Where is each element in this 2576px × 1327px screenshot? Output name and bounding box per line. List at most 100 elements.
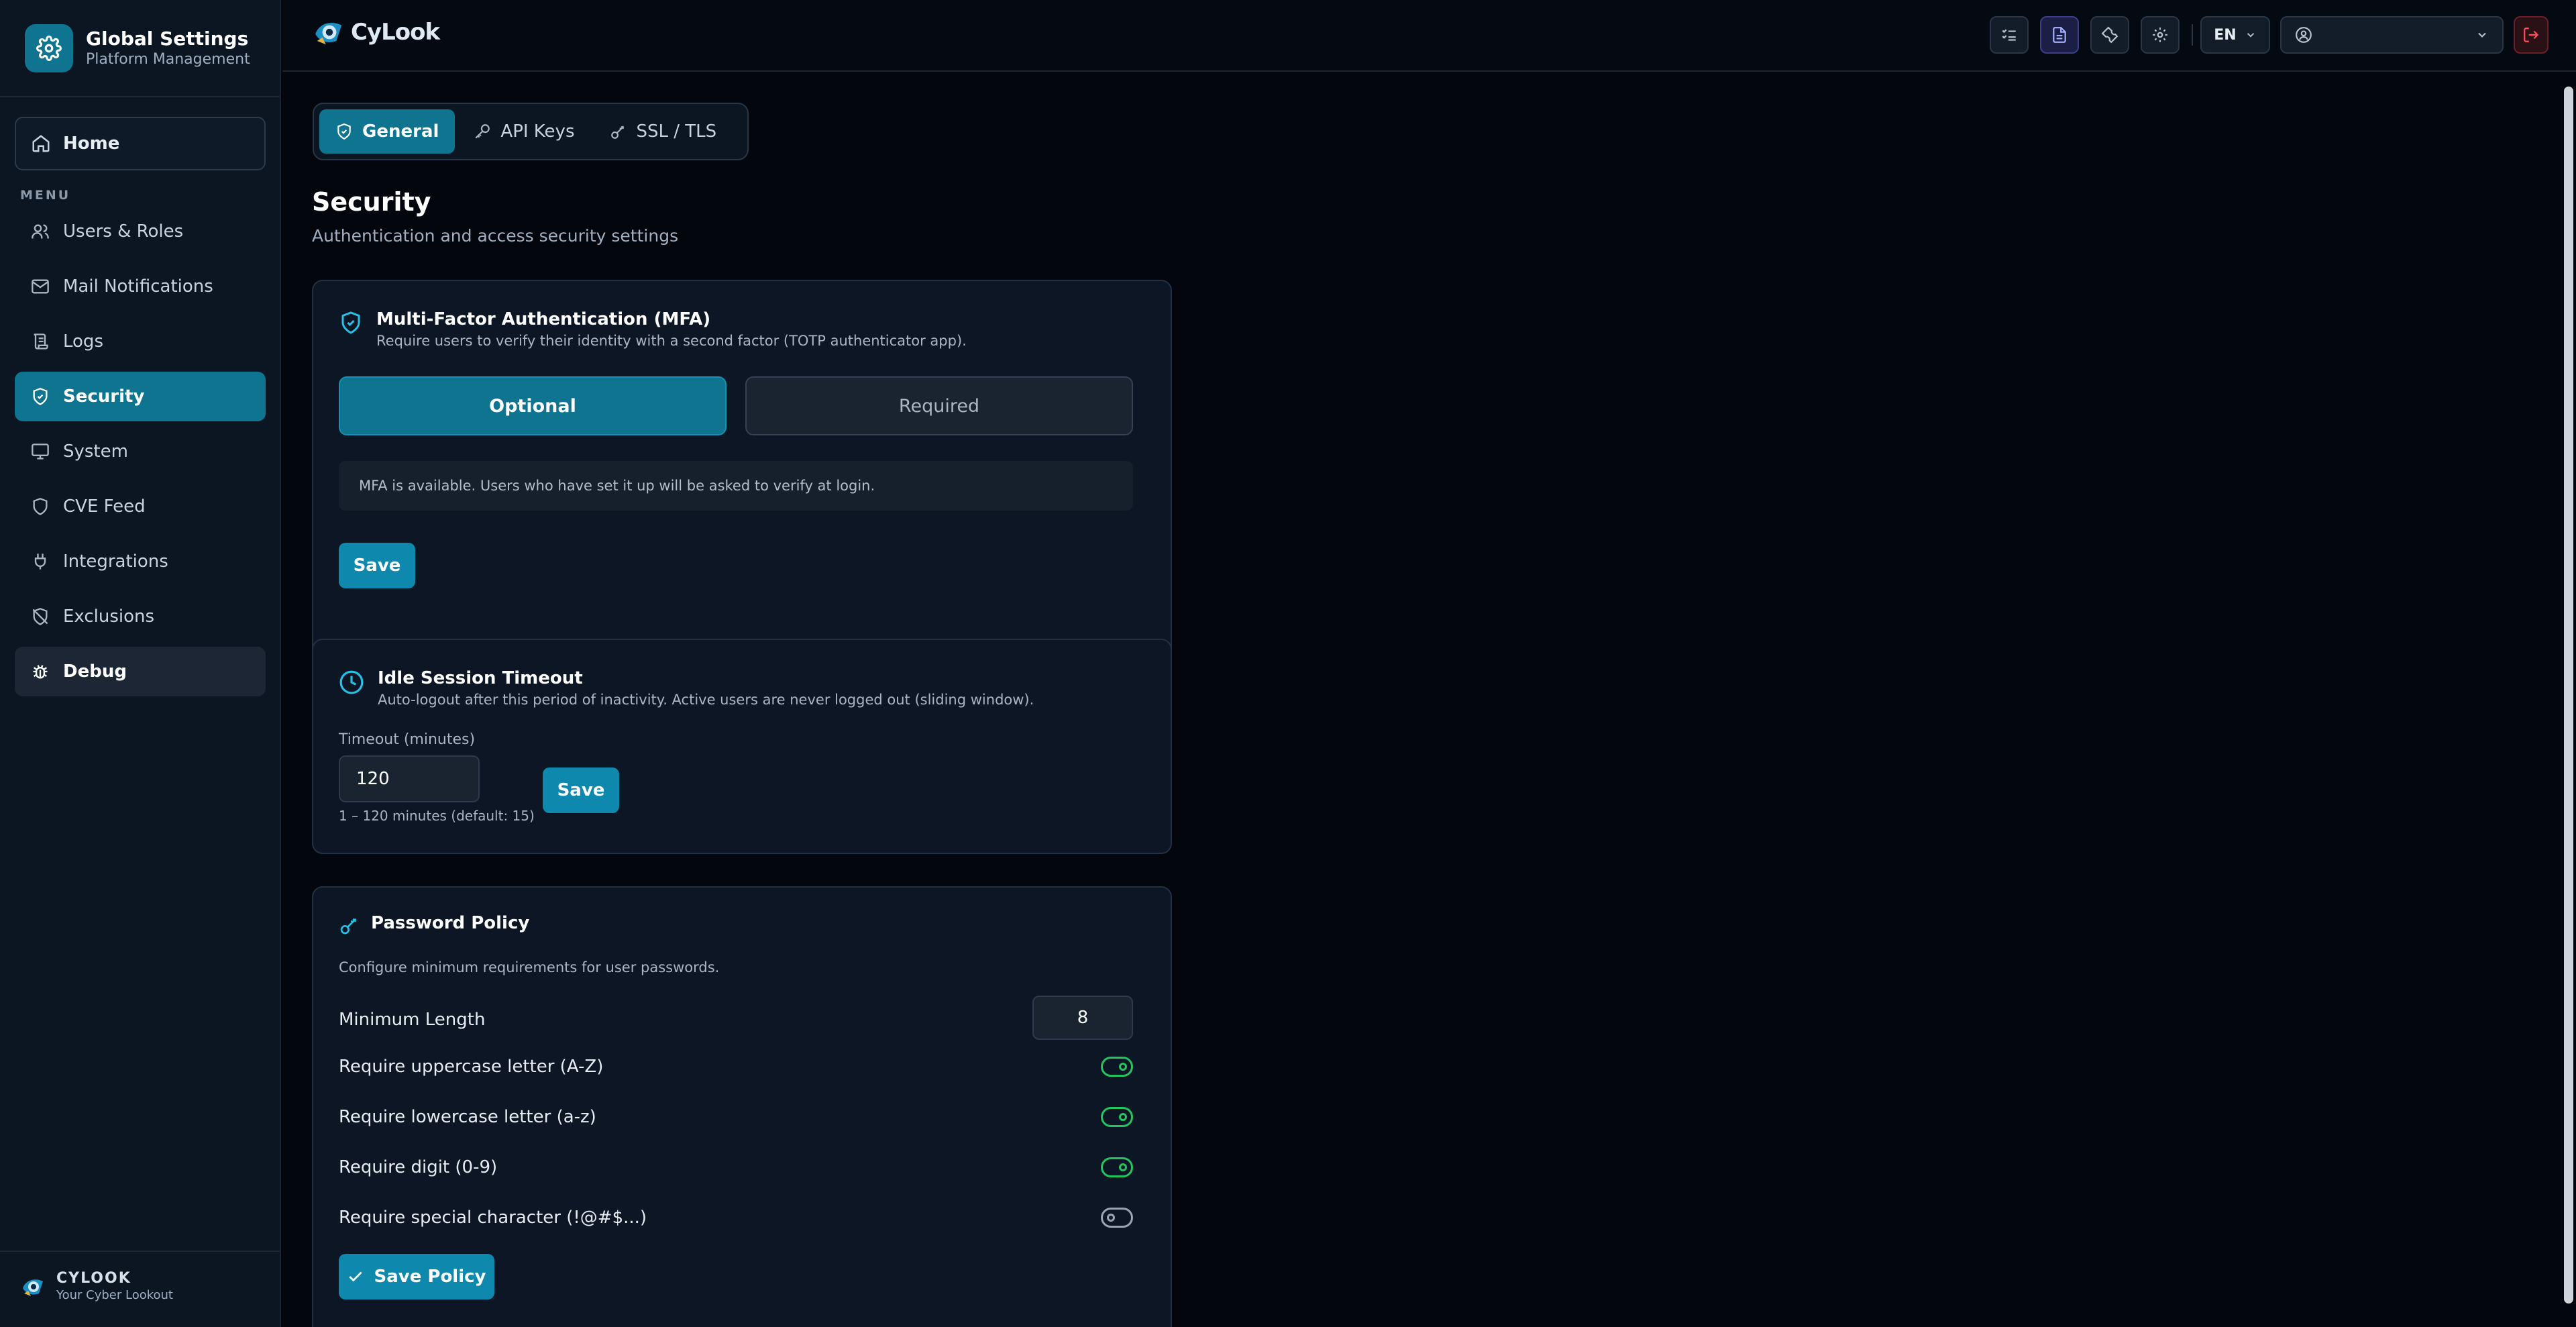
shield-icon bbox=[30, 496, 51, 517]
idle-timeout-card: Idle Session Timeout Auto-logout after t… bbox=[312, 639, 1172, 854]
sidebar-item-integrations[interactable]: Integrations bbox=[15, 537, 266, 586]
save-policy-button[interactable]: Save Policy bbox=[339, 1254, 494, 1299]
tab-label: General bbox=[362, 121, 439, 142]
sidebar-item-label: Integrations bbox=[63, 551, 168, 572]
tab-api-keys[interactable]: API Keys bbox=[458, 109, 590, 154]
sidebar-item-label: Debug bbox=[63, 661, 127, 682]
tab-ssl-tls[interactable]: SSL / TLS bbox=[594, 109, 733, 154]
check-icon bbox=[347, 1268, 364, 1285]
logout-icon bbox=[2522, 26, 2540, 44]
sidebar-item-system[interactable]: System bbox=[15, 427, 266, 476]
policy-rule-label: Require lowercase letter (a-z) bbox=[339, 1107, 596, 1127]
idle-title: Idle Session Timeout bbox=[378, 668, 583, 688]
timeout-save-button[interactable]: Save bbox=[543, 767, 619, 813]
mail-icon bbox=[30, 276, 51, 297]
sidebar-item-label: Mail Notifications bbox=[63, 276, 213, 297]
mfa-optional-option[interactable]: Optional bbox=[339, 376, 727, 435]
sidebar-item-label: Home bbox=[63, 134, 120, 154]
sidebar-item-label: System bbox=[63, 441, 128, 462]
policy-rule-label: Require special character (!@#$...) bbox=[339, 1208, 647, 1228]
menu-section-label: MENU bbox=[20, 188, 71, 203]
sidebar-footer: CYLOOK Your Cyber Lookout bbox=[20, 1270, 173, 1304]
documentation-button[interactable] bbox=[2040, 16, 2079, 54]
lowercase-toggle[interactable] bbox=[1101, 1107, 1133, 1127]
tools-button[interactable] bbox=[2090, 16, 2129, 54]
tasks-button[interactable] bbox=[1990, 16, 2029, 54]
mfa-save-button[interactable]: Save bbox=[339, 543, 415, 588]
language-select[interactable]: EN bbox=[2200, 16, 2270, 54]
user-menu[interactable] bbox=[2280, 16, 2504, 54]
cylook-logo[interactable]: CyLook bbox=[312, 15, 440, 50]
key-round-icon bbox=[339, 914, 360, 936]
sidebar-item-label: CVE Feed bbox=[63, 496, 146, 517]
sidebar: Global Settings Platform Management Home… bbox=[0, 0, 281, 1327]
digit-toggle[interactable] bbox=[1101, 1157, 1133, 1177]
key-icon bbox=[474, 123, 491, 140]
users-icon bbox=[30, 221, 51, 242]
mfa-description: Require users to verify their identity w… bbox=[376, 333, 967, 349]
min-length-label: Minimum Length bbox=[339, 1010, 486, 1030]
policy-rule-label: Require uppercase letter (A-Z) bbox=[339, 1057, 604, 1077]
sidebar-divider bbox=[0, 96, 281, 97]
chevron-down-icon bbox=[2475, 28, 2489, 42]
sidebar-item-logs[interactable]: Logs bbox=[15, 317, 266, 366]
cylook-logo-icon bbox=[312, 15, 347, 50]
idle-card-header: Idle Session Timeout Auto-logout after t… bbox=[339, 667, 1034, 710]
idle-description: Auto-logout after this period of inactiv… bbox=[378, 692, 1034, 708]
sidebar-item-debug[interactable]: Debug bbox=[15, 647, 266, 696]
min-length-input[interactable]: 8 bbox=[1032, 996, 1133, 1040]
password-title: Password Policy bbox=[371, 913, 530, 933]
scroll-icon bbox=[30, 331, 51, 352]
monitor-icon bbox=[30, 441, 51, 462]
tab-label: SSL / TLS bbox=[636, 121, 717, 142]
topbar: CyLook EN bbox=[282, 0, 2576, 72]
sidebar-item-label: Logs bbox=[63, 331, 103, 352]
timeout-label: Timeout (minutes) bbox=[339, 731, 476, 748]
sidebar-item-security[interactable]: Security bbox=[15, 372, 266, 421]
logout-button[interactable] bbox=[2514, 16, 2548, 54]
special-char-toggle[interactable] bbox=[1101, 1208, 1133, 1228]
mfa-title: Multi-Factor Authentication (MFA) bbox=[376, 309, 711, 329]
gear-icon bbox=[25, 24, 73, 72]
settings-button[interactable] bbox=[2141, 16, 2180, 54]
sidebar-nav: Users & Roles Mail Notifications Logs Se… bbox=[15, 207, 266, 702]
plug-icon bbox=[30, 551, 51, 572]
policy-rule-row: Require special character (!@#$...) bbox=[339, 1204, 1133, 1231]
sidebar-subtitle: Platform Management bbox=[86, 51, 250, 68]
sidebar-item-home[interactable]: Home bbox=[15, 117, 266, 170]
password-card-header: Password Policy bbox=[339, 912, 529, 936]
mfa-card: Multi-Factor Authentication (MFA) Requir… bbox=[312, 280, 1172, 681]
sidebar-item-users-roles[interactable]: Users & Roles bbox=[15, 207, 266, 256]
logo-text: CyLook bbox=[351, 19, 440, 46]
mfa-required-option[interactable]: Required bbox=[745, 376, 1133, 435]
sidebar-footer-divider bbox=[0, 1251, 281, 1252]
tab-label: API Keys bbox=[500, 121, 575, 142]
save-policy-label: Save Policy bbox=[374, 1267, 486, 1287]
cylook-logo-icon bbox=[20, 1273, 47, 1300]
sidebar-item-mail-notifications[interactable]: Mail Notifications bbox=[15, 262, 266, 311]
mfa-info-box: MFA is available. Users who have set it … bbox=[339, 461, 1133, 511]
list-checks-icon bbox=[2000, 26, 2018, 44]
topbar-separator bbox=[2192, 24, 2193, 46]
shield-off-icon bbox=[30, 606, 51, 627]
timeout-input[interactable]: 120 bbox=[339, 755, 480, 802]
footer-subtitle: Your Cyber Lookout bbox=[56, 1288, 173, 1302]
min-length-row: Minimum Length 8 bbox=[339, 996, 1133, 1040]
sidebar-item-label: Users & Roles bbox=[63, 221, 184, 242]
language-value: EN bbox=[2214, 26, 2237, 44]
sidebar-item-cve-feed[interactable]: CVE Feed bbox=[15, 482, 266, 531]
scrollbar[interactable] bbox=[2564, 87, 2573, 1304]
bug-icon bbox=[30, 661, 51, 682]
sidebar-brand: Global Settings Platform Management bbox=[25, 24, 250, 72]
gear-icon bbox=[2151, 26, 2169, 44]
mfa-card-header: Multi-Factor Authentication (MFA) Requir… bbox=[339, 308, 967, 351]
password-policy-card: Password Policy Configure minimum requir… bbox=[312, 886, 1172, 1327]
sidebar-item-exclusions[interactable]: Exclusions bbox=[15, 592, 266, 641]
tab-general[interactable]: General bbox=[319, 109, 455, 154]
shield-check-icon bbox=[339, 311, 363, 351]
sidebar-title: Global Settings bbox=[86, 28, 249, 50]
page-subtitle: Authentication and access security setti… bbox=[312, 226, 679, 246]
policy-rule-label: Require digit (0-9) bbox=[339, 1157, 498, 1177]
uppercase-toggle[interactable] bbox=[1101, 1057, 1133, 1077]
page-title: Security bbox=[312, 187, 431, 217]
